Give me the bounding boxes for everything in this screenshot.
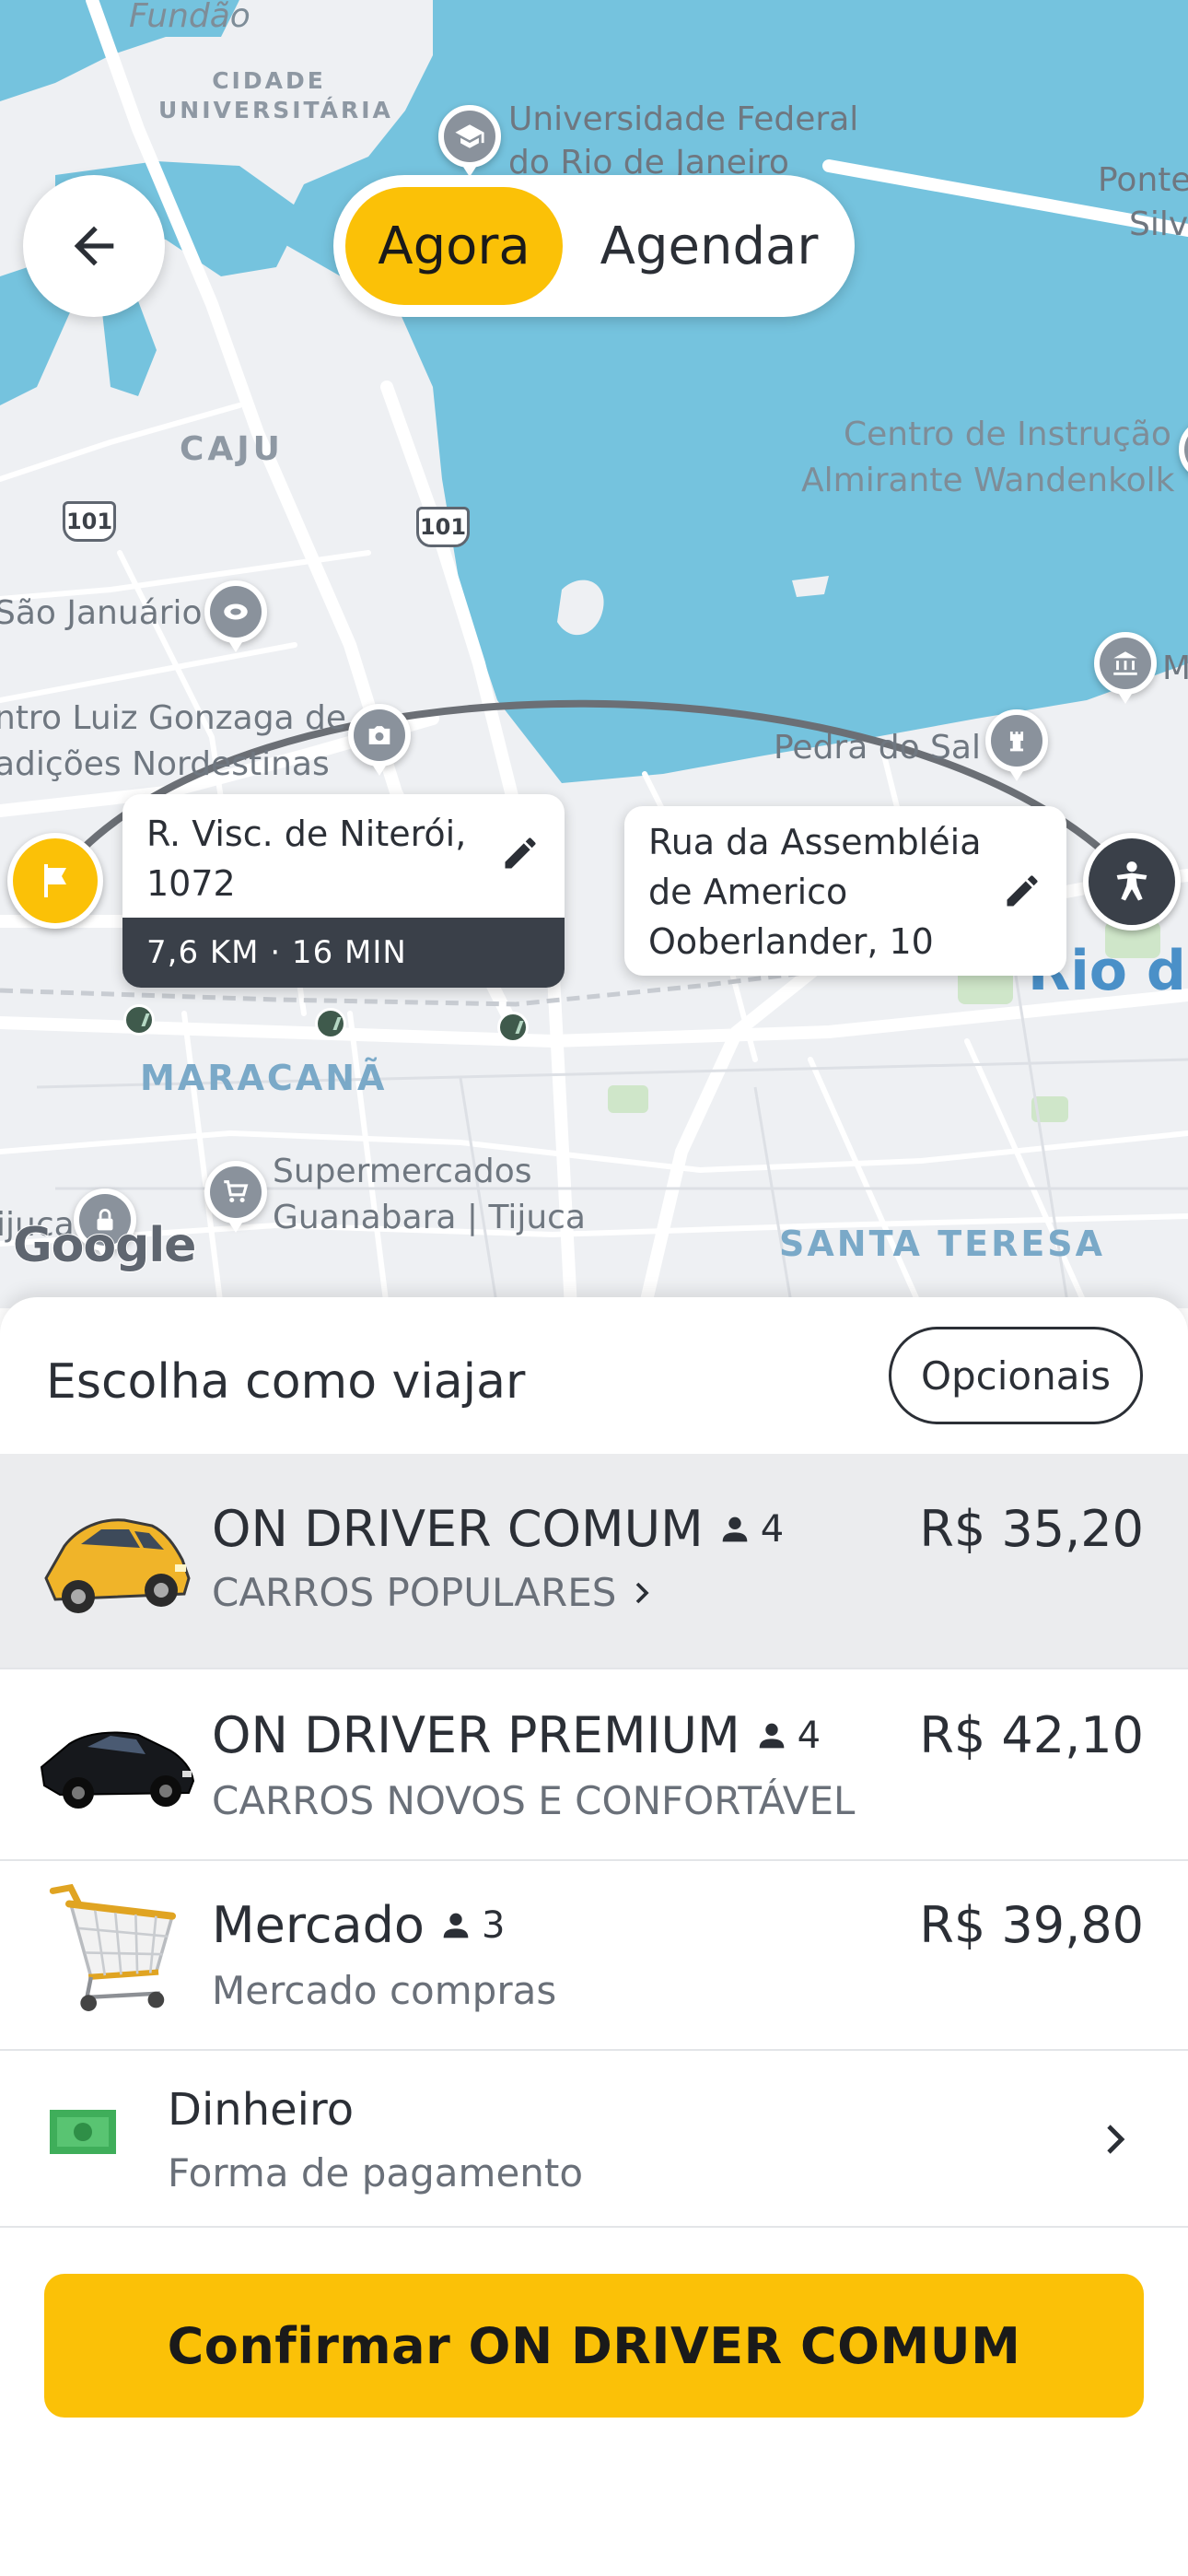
payment-label: Forma de pagamento — [168, 2150, 584, 2195]
back-button[interactable] — [23, 175, 165, 317]
seat-count: 4 — [716, 1508, 784, 1551]
metro-station-icon[interactable] — [497, 1012, 529, 1043]
map-label-pedra-do-sal: Pedra do Sal — [774, 729, 981, 767]
route-eta-label: 7,6 KM · 16 MIN — [122, 918, 565, 988]
google-logo: Google — [12, 1217, 197, 1274]
map-label-centro-instrucao-2: Almirante Wandenkolk — [801, 462, 1175, 499]
edit-origin-icon[interactable] — [500, 833, 541, 873]
ride-name: ON DRIVER PREMIUM 4 — [212, 1706, 821, 1764]
metro-station-icon[interactable] — [315, 1008, 346, 1039]
arrow-left-icon — [74, 226, 114, 266]
edit-destination-icon[interactable] — [1002, 871, 1042, 911]
map-label-luiz-gonzaga-1: ntro Luiz Gonzaga de — [0, 699, 347, 737]
stadium-poi-icon[interactable] — [204, 580, 267, 652]
sheet-title: Escolha como viajar — [46, 1354, 526, 1410]
schedule-tab[interactable]: Agendar — [575, 187, 844, 305]
university-poi-icon[interactable] — [438, 105, 501, 177]
map-label-ufrj-1: Universidade Federal — [508, 100, 859, 138]
ride-time-toggle: Agora Agendar — [333, 175, 855, 317]
ride-name: Mercado 3 — [212, 1896, 506, 1954]
destination-address-text: Rua da Assembléia de Americo Ooberlander… — [648, 822, 982, 962]
route-shield-101-b: 101 — [416, 507, 470, 547]
origin-address-card[interactable]: R. Visc. de Niterói, 1072 7,6 KM · 16 MI… — [122, 794, 565, 988]
ride-description: Mercado compras — [212, 1968, 557, 2013]
seat-count: 3 — [437, 1904, 505, 1947]
payment-method-row[interactable]: Dinheiro Forma de pagamento — [0, 2051, 1188, 2228]
route-shield-101-a: 101 — [63, 501, 116, 542]
ride-description: CARROS POPULARES — [212, 1570, 660, 1615]
ride-price: R$ 42,10 — [919, 1706, 1144, 1764]
map-label-sao-januario: São Januário — [0, 594, 203, 632]
cash-icon — [50, 2110, 116, 2154]
map-label-caju: CAJU — [180, 430, 284, 468]
now-tab[interactable]: Agora — [345, 187, 563, 305]
camera-poi-icon[interactable] — [348, 704, 411, 776]
ride-description: CARROS NOVOS E CONFORTÁVEL — [212, 1778, 856, 1823]
museum-poi-icon[interactable] — [1094, 632, 1157, 704]
map-label-centro-instrucao-1: Centro de Instrução — [844, 416, 1171, 453]
options-button[interactable]: Opcionais — [889, 1327, 1143, 1424]
map-label-maracana: MARACANÃ — [140, 1058, 388, 1098]
ride-name: ON DRIVER COMUM 4 — [212, 1500, 785, 1558]
map-label-supermercados-2: Guanabara | Tijuca — [273, 1199, 586, 1236]
cart-poi-icon[interactable] — [204, 1161, 267, 1233]
map-label-m: M — [1162, 650, 1188, 687]
ride-price: R$ 39,80 — [919, 1896, 1144, 1954]
landmark-poi-icon[interactable] — [985, 709, 1048, 781]
metro-station-icon[interactable] — [123, 1004, 155, 1036]
map-label-cidade-universitaria: CIDADE UNIVERSITÁRIA — [158, 67, 393, 123]
yellow-car-icon — [44, 1518, 191, 1613]
person-icon — [759, 1723, 785, 1748]
seat-count: 4 — [753, 1715, 821, 1757]
map-label-santa-teresa: SANTA TERESA — [779, 1224, 1106, 1264]
person-icon — [722, 1516, 748, 1541]
map-label-ponte-1: Ponte — [1098, 161, 1188, 199]
origin-flag-icon[interactable] — [7, 833, 103, 929]
map-label-luiz-gonzaga-2: adições Nordestinas — [0, 745, 330, 783]
chevron-right-icon — [636, 1582, 650, 1603]
ride-options-sheet: Escolha como viajar Opcionais ON DRIVER … — [0, 1297, 1188, 2576]
origin-address-text: R. Visc. de Niterói, 1072 — [146, 814, 467, 904]
map-label-ponte-2: Silv — [1129, 205, 1188, 243]
confirm-ride-button[interactable]: Confirmar ON DRIVER COMUM — [44, 2274, 1144, 2418]
destination-person-icon[interactable] — [1083, 833, 1181, 931]
person-icon — [443, 1913, 469, 1938]
destination-address-card[interactable]: Rua da Assembléia de Americo Ooberlander… — [624, 806, 1066, 976]
map-label-supermercados-1: Supermercados — [273, 1153, 532, 1190]
payment-method: Dinheiro — [168, 2084, 355, 2136]
map-label-fundao: Fundão — [129, 0, 250, 35]
ride-option-mercado[interactable]: Mercado 3 Mercado compras R$ 39,80 — [0, 1861, 1188, 2051]
black-car-icon — [40, 1731, 195, 1809]
ride-option-premium[interactable]: ON DRIVER PREMIUM 4 CARROS NOVOS E CONFO… — [0, 1669, 1188, 1861]
ride-price: R$ 35,20 — [919, 1500, 1144, 1558]
ride-option-comum[interactable]: ON DRIVER COMUM 4 CARROS POPULARES R$ 35… — [0, 1454, 1188, 1669]
map-view[interactable]: Fundão CIDADE UNIVERSITÁRIA Universidade… — [0, 0, 1188, 1308]
chevron-right-icon — [1107, 2125, 1125, 2154]
shopping-cart-icon — [49, 1883, 177, 2011]
